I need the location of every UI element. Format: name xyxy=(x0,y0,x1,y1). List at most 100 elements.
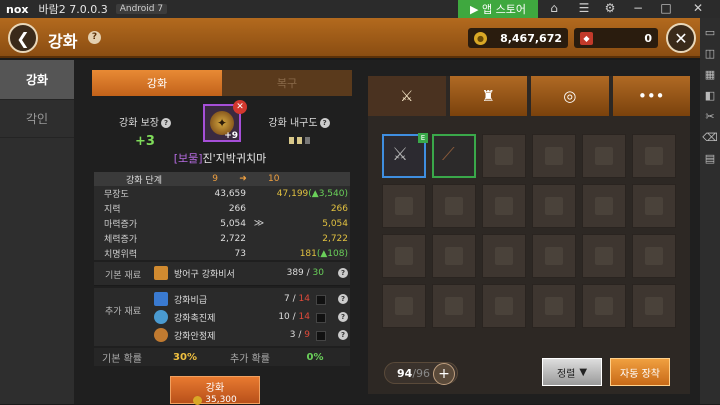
inventory-slot[interactable] xyxy=(432,184,476,228)
inventory-slot[interactable] xyxy=(632,234,676,278)
more-icon[interactable]: ••• xyxy=(612,76,690,116)
book-icon xyxy=(154,292,168,306)
armor-icon[interactable]: ♜ xyxy=(449,76,527,116)
enhance-button[interactable]: 강화 35,300 xyxy=(170,376,260,405)
inventory-slot[interactable] xyxy=(582,134,626,178)
help-icon[interactable]: ? xyxy=(338,294,348,304)
level-from: 9 xyxy=(212,174,218,184)
back-button[interactable]: ❮ xyxy=(8,23,38,53)
base-material-count: 389 / 30 xyxy=(286,268,324,278)
folder-icon[interactable]: ☰ xyxy=(576,1,592,15)
maximize-icon[interactable]: □ xyxy=(658,1,674,15)
toolbar-icon[interactable]: ▦ xyxy=(700,68,720,81)
weapon-icon[interactable]: ⚔ xyxy=(368,76,446,116)
gold-display: ● 8,467,672 xyxy=(468,28,568,48)
help-icon[interactable]: ? xyxy=(338,330,348,340)
stat-row: 무장도 43,659 47,199(▲3,540) xyxy=(94,186,350,201)
inventory-slot[interactable]: ⚔ E xyxy=(382,133,428,178)
sort-button[interactable]: 정렬 ▼ xyxy=(542,358,602,386)
gear-icon[interactable]: ⚙ xyxy=(602,1,618,15)
sidebar-item-enhance[interactable]: 강화 xyxy=(0,60,74,100)
inventory-slot[interactable] xyxy=(532,184,576,228)
toolbar-icon[interactable]: ◫ xyxy=(700,47,720,60)
app-title: 바람2 7.0.0.3 xyxy=(38,3,108,16)
equipped-badge-icon: E xyxy=(418,133,428,143)
gold-coin-icon xyxy=(193,395,203,405)
stat-after: 2,722 xyxy=(272,234,348,244)
inventory-slot[interactable] xyxy=(382,184,426,228)
help-icon[interactable]: ? xyxy=(319,118,330,128)
toolbar-icon[interactable]: ▤ xyxy=(700,152,720,165)
toolbar-icon[interactable]: ◧ xyxy=(700,89,720,102)
inventory-slot[interactable] xyxy=(532,134,576,178)
stat-name: 체력증가 xyxy=(104,235,138,245)
nox-logo: nox xyxy=(6,2,29,16)
toolbar-icon[interactable]: ⌫ xyxy=(700,131,720,144)
close-icon[interactable]: ✕ xyxy=(690,1,706,15)
item-grade-tag: [보물] xyxy=(173,152,203,165)
inventory-slot[interactable] xyxy=(382,234,426,278)
help-icon[interactable]: ? xyxy=(160,118,171,128)
stat-name: 마력증가 xyxy=(104,220,138,230)
toolbar-icon[interactable]: ▭ xyxy=(700,26,720,39)
gem-icon: ◆ xyxy=(580,31,593,45)
durability-pip xyxy=(304,137,310,144)
inventory-slot[interactable] xyxy=(482,134,526,178)
durability-pip xyxy=(296,137,302,144)
minimize-icon[interactable]: − xyxy=(630,1,646,15)
stat-before: 43,659 xyxy=(214,188,247,199)
extra-material-label: 추가 재료 xyxy=(105,307,141,317)
inventory-slot[interactable] xyxy=(482,284,526,328)
stat-name: 무장도 xyxy=(104,190,129,200)
inventory-slot[interactable] xyxy=(582,184,626,228)
stat-after: 266 xyxy=(272,204,348,214)
enhance-durability: 강화 내구도? xyxy=(262,114,336,144)
inventory-slot[interactable] xyxy=(482,184,526,228)
material-have: 7 xyxy=(284,294,290,304)
extra-material-count: 3 / 9 xyxy=(289,330,310,340)
shirt-icon[interactable]: ⌂ xyxy=(546,1,562,15)
sidebar-item-engrave[interactable]: 각인 xyxy=(0,100,74,138)
inventory-slot[interactable] xyxy=(482,234,526,278)
enhance-level-row: 강화 단계 9 ➜ 10 xyxy=(94,172,350,186)
tab-restore[interactable]: 복구 xyxy=(222,70,352,96)
expand-inventory-button[interactable]: + xyxy=(433,363,455,385)
material-checkbox[interactable] xyxy=(316,331,326,341)
stabilizer-icon xyxy=(154,328,168,342)
help-icon[interactable]: ? xyxy=(338,268,348,278)
gem-amount: 0 xyxy=(644,31,652,45)
tab-enhance[interactable]: 강화 xyxy=(92,70,222,96)
material-checkbox[interactable] xyxy=(316,295,326,305)
inventory-slot[interactable] xyxy=(382,284,426,328)
inventory-slot[interactable] xyxy=(632,134,676,178)
inventory-slot[interactable] xyxy=(432,234,476,278)
durability-label: 강화 내구도 xyxy=(268,118,318,129)
inventory-slot[interactable] xyxy=(582,284,626,328)
ring-icon[interactable]: ◎ xyxy=(531,76,609,116)
app-store-button[interactable]: ▶ 앱 스토어 xyxy=(458,0,538,18)
stat-after-value: 2,722 xyxy=(322,233,348,244)
inventory-slot[interactable] xyxy=(432,284,476,328)
inventory-slot[interactable] xyxy=(582,234,626,278)
help-icon[interactable]: ? xyxy=(338,312,348,322)
stat-gain: (▲3,540) xyxy=(308,188,348,199)
material-checkbox[interactable] xyxy=(316,313,326,323)
item-enhance-level: +9 xyxy=(224,131,238,141)
stat-row: 지력 266 266 xyxy=(94,201,350,216)
inventory-slot[interactable] xyxy=(532,234,576,278)
base-rate-value: 30% xyxy=(173,351,197,363)
inventory-slot[interactable]: ⟋ xyxy=(432,134,476,178)
toolbar-icon[interactable]: ✂ xyxy=(700,110,720,123)
stat-comparison: 강화 단계 9 ➜ 10 무장도 43,659 47,199(▲3,540) 지… xyxy=(94,172,350,260)
help-icon[interactable]: ? xyxy=(88,31,101,44)
close-button[interactable]: ✕ xyxy=(666,23,696,53)
sword-icon: ⚔ xyxy=(392,144,409,165)
extra-material-name: 강화촉진제 xyxy=(174,313,216,324)
inventory-slot[interactable] xyxy=(632,284,676,328)
inventory-slot[interactable] xyxy=(532,284,576,328)
auto-equip-button[interactable]: 자동 장착 xyxy=(610,358,670,386)
inventory-slot[interactable] xyxy=(632,184,676,228)
remove-item-icon[interactable]: ✕ xyxy=(233,100,247,114)
inventory-count: 94 xyxy=(397,366,413,380)
stat-name: 치명위력 xyxy=(104,250,138,260)
